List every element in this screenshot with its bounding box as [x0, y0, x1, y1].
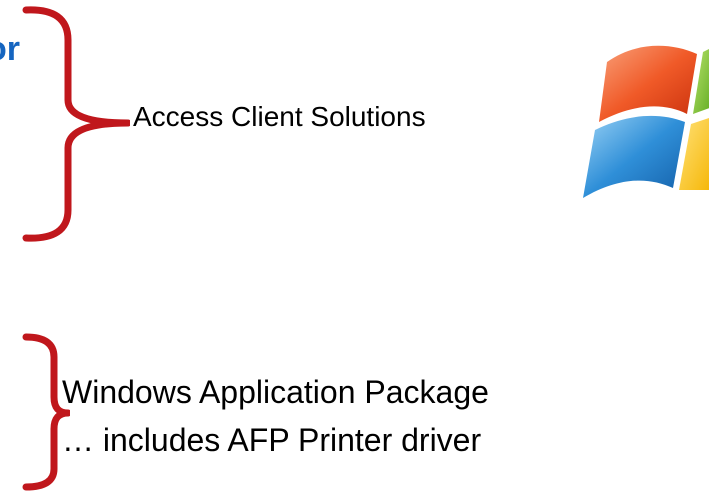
cut-off-heading: or — [0, 30, 20, 68]
windows-application-package-label: Windows Application Package — [62, 374, 489, 410]
afp-printer-driver-label: … includes AFP Printer driver — [62, 422, 482, 458]
windows-package-text: Windows Application Package … includes A… — [62, 368, 489, 464]
access-client-solutions-label: Access Client Solutions — [133, 101, 426, 132]
windows-logo-icon — [583, 45, 709, 198]
top-curly-brace-icon — [22, 6, 130, 242]
